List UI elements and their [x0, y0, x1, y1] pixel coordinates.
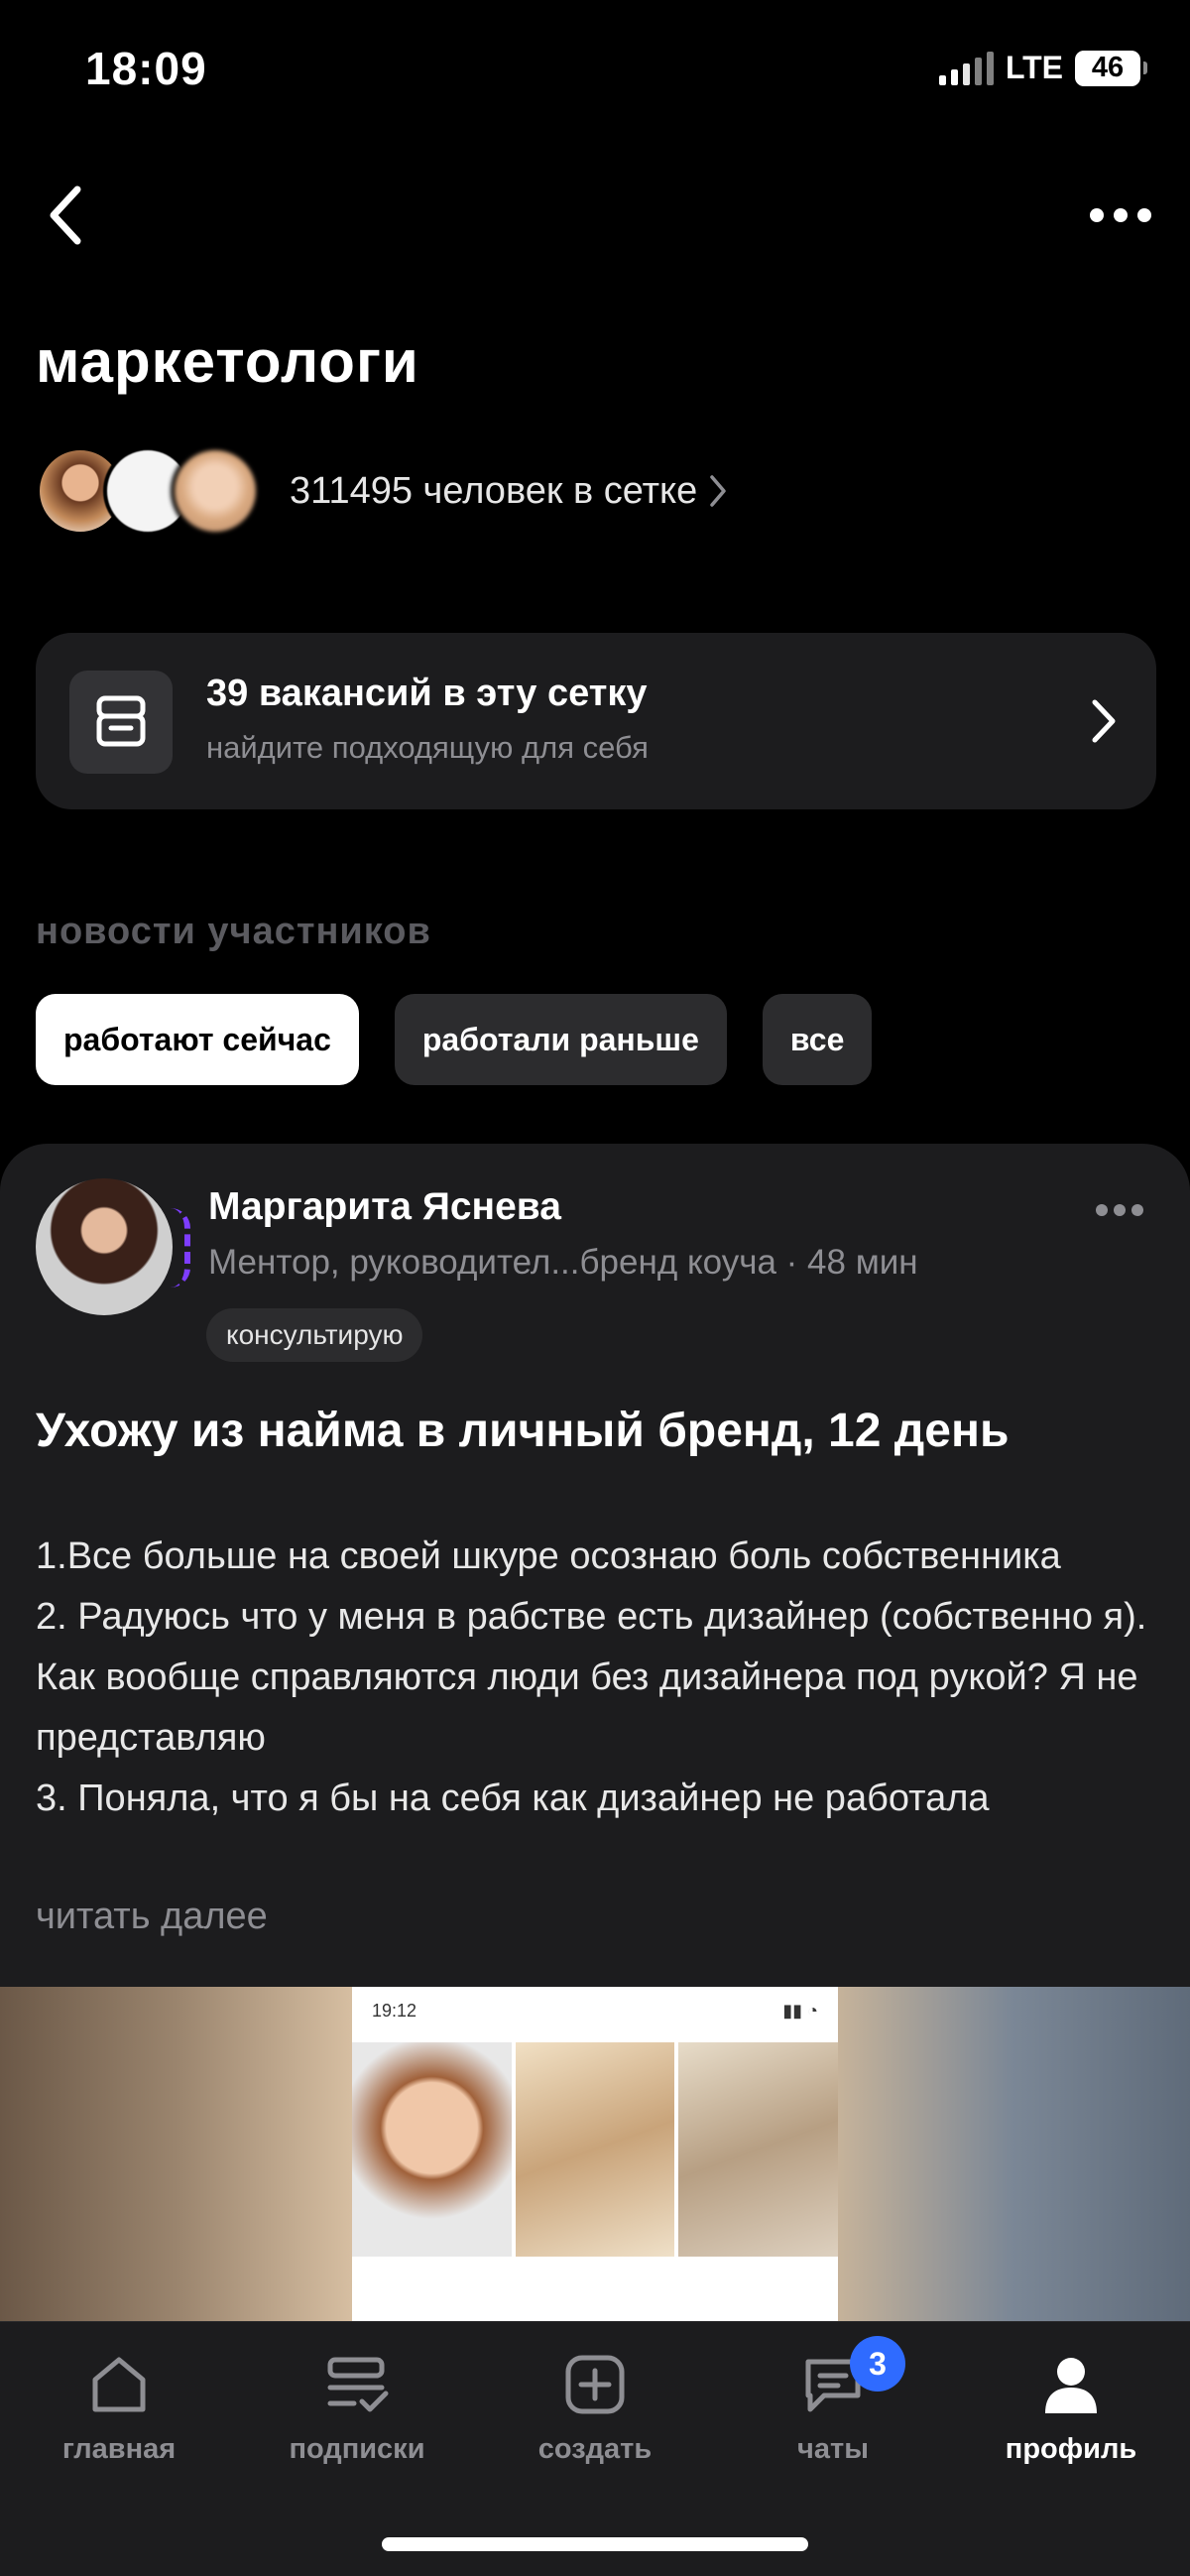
vacancies-subtitle: найдите подходящую для себя	[206, 730, 649, 765]
profile-icon	[1038, 2352, 1104, 2417]
post-media[interactable]: 19:12 ▮▮ ◔	[0, 1987, 1190, 2324]
chevron-left-icon	[50, 185, 81, 245]
tab-label: создать	[537, 2433, 653, 2465]
more-options-button[interactable]	[1081, 190, 1160, 240]
media-grid-photo	[678, 2042, 838, 2257]
tab-home[interactable]: главная	[10, 2352, 228, 2501]
chevron-right-icon	[710, 475, 726, 507]
home-icon	[86, 2352, 152, 2417]
media-status-icons: ▮▮ ◔	[782, 2001, 818, 2021]
media-grid	[352, 2042, 838, 2257]
avatar	[171, 446, 260, 536]
media-time: 19:12	[372, 2001, 417, 2021]
story-ring	[171, 1208, 190, 1288]
more-horizontal-icon	[1096, 1204, 1143, 1216]
author-meta: Ментор, руководител...бренд коуча · 48 м…	[208, 1243, 918, 1282]
briefcase-icon	[69, 671, 173, 774]
post-line: 2. Радуюсь что у меня в рабстве есть диз…	[36, 1596, 1147, 1759]
more-horizontal-icon	[1090, 208, 1151, 222]
tab-chats[interactable]: 3 чаты	[724, 2336, 942, 2501]
tab-profile[interactable]: профиль	[962, 2352, 1180, 2501]
tab-label: профиль	[1005, 2433, 1137, 2465]
battery-icon: 46	[1075, 50, 1147, 86]
post-line: 1.Все больше на своей шкуре осознаю боль…	[36, 1535, 1061, 1577]
media-grid-photo	[515, 2042, 675, 2257]
filter-chip-current[interactable]: работают сейчас	[36, 994, 359, 1085]
filter-chip-all[interactable]: все	[762, 994, 873, 1085]
back-button[interactable]	[36, 181, 95, 250]
author-name[interactable]: Маргарита Яснева	[208, 1185, 561, 1229]
vacancies-card[interactable]: 39 вакансий в эту сетку найдите подходящ…	[36, 633, 1156, 809]
chat-unread-badge: 3	[850, 2336, 905, 2392]
post-title: Ухожу из найма в личный бренд, 12 день	[36, 1405, 1010, 1457]
tab-label: главная	[61, 2433, 177, 2465]
tab-subscriptions[interactable]: подписки	[248, 2352, 466, 2501]
members-count-label: 311495 человек в сетке	[290, 469, 698, 512]
tab-create[interactable]: создать	[486, 2352, 704, 2501]
members-link[interactable]: 311495 человек в сетке	[36, 446, 727, 536]
top-navigation	[0, 169, 1190, 258]
network-type: LTE	[1005, 50, 1063, 85]
chevron-right-icon	[1092, 699, 1116, 743]
members-count: 311495 человек в сетке	[290, 470, 727, 513]
post-line: 3. Поняла, что я бы на себя как дизайнер…	[36, 1778, 990, 1819]
tab-label: подписки	[289, 2433, 425, 2465]
status-indicators: LTE 46	[938, 50, 1147, 86]
vacancies-title: 39 вакансий в эту сетку	[206, 673, 648, 714]
post-more-button[interactable]	[1095, 1203, 1144, 1222]
chat-icon: 3	[800, 2336, 905, 2417]
tab-label: чаты	[797, 2433, 869, 2465]
author-avatar[interactable]	[36, 1178, 173, 1315]
media-grid-photo	[352, 2042, 512, 2257]
media-status-bar: 19:12 ▮▮ ◔	[352, 1987, 838, 2042]
media-screenshot: 19:12 ▮▮ ◔	[352, 1987, 838, 2324]
subscriptions-icon	[324, 2352, 390, 2417]
post-body: 1.Все больше на своей шкуре осознаю боль…	[36, 1527, 1156, 1829]
signal-icon	[938, 51, 994, 85]
create-icon	[562, 2352, 628, 2417]
home-indicator[interactable]	[382, 2537, 808, 2551]
status-bar: 18:09 LTE 46	[0, 0, 1190, 139]
author-tag: консультирую	[206, 1308, 423, 1362]
page-title: маркетологи	[36, 328, 419, 395]
read-more-link[interactable]: читать далее	[36, 1896, 268, 1938]
section-title: новости участников	[36, 911, 431, 952]
filter-chip-previous[interactable]: работали раньше	[394, 994, 727, 1085]
member-avatars	[36, 446, 260, 536]
status-time: 18:09	[85, 43, 207, 94]
news-filters: работают сейчас работали раньше все	[36, 994, 873, 1085]
